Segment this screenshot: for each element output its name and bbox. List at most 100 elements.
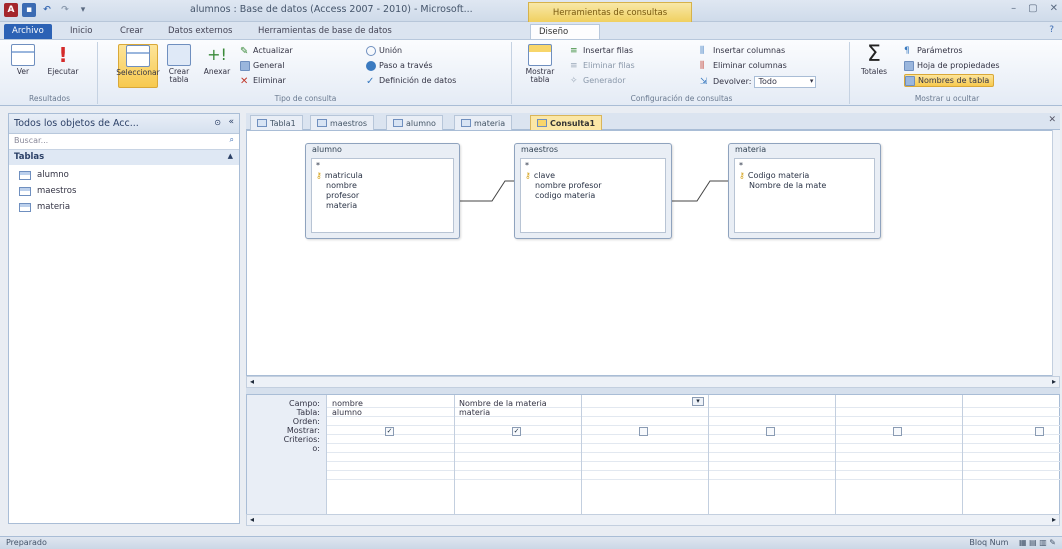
insertar-columnas-button[interactable]: ⫼ Insertar columnas [700, 44, 785, 57]
grid-column-2[interactable]: Nombre de la materia materia ✓ [455, 395, 582, 515]
eliminar-filas-button[interactable]: ≡ Eliminar filas [570, 59, 635, 72]
general-button[interactable]: General [240, 59, 285, 72]
horizontal-scrollbar-bottom[interactable]: ◂ ▸ [246, 514, 1060, 526]
save-icon[interactable]: ▪ [22, 3, 36, 17]
field-item[interactable]: ⚷ clave [525, 171, 661, 181]
nav-item-maestros[interactable]: maestros [19, 184, 76, 198]
doc-tab-consulta1[interactable]: Consulta1 [530, 115, 603, 130]
scroll-right-icon[interactable]: ▸ [1052, 377, 1056, 386]
field-item[interactable]: codigo materia [525, 191, 661, 201]
field-list-maestros[interactable]: maestros * ⚷ clave nombre profesor codigo… [514, 143, 672, 239]
collapse-section-icon[interactable]: ▲ [228, 152, 233, 160]
grid-column-6[interactable] [963, 395, 1059, 515]
paso-a-traves-button[interactable]: Paso a través [366, 59, 433, 72]
field-list-alumno[interactable]: alumno * ⚷ matricula nombre profesor mate… [305, 143, 460, 239]
grid-campo-cell[interactable]: Nombre de la materia [459, 399, 547, 408]
field-list-materia[interactable]: materia * ⚷ Codigo materia Nombre de la m… [728, 143, 881, 239]
tab-archivo[interactable]: Archivo [4, 24, 52, 39]
status-right: Bloq Num ▦ ▤ ▥ ✎ [969, 538, 1056, 547]
scroll-left-icon[interactable]: ◂ [250, 377, 254, 386]
field-item[interactable]: * [739, 161, 870, 171]
doc-tab-materia[interactable]: materia [454, 115, 513, 130]
scroll-right-icon[interactable]: ▸ [1052, 515, 1056, 524]
mostrar-checkbox[interactable] [893, 427, 902, 436]
vertical-scrollbar[interactable] [1052, 130, 1060, 376]
generador-button[interactable]: ✧ Generador [570, 74, 626, 87]
view-switch-icons[interactable]: ▦ ▤ ▥ ✎ [1019, 538, 1056, 547]
mostrar-checkbox[interactable] [1035, 427, 1044, 436]
eliminar-columnas-button[interactable]: ⫼ Eliminar columnas [700, 59, 787, 72]
anexar-button[interactable]: +! Anexar [200, 44, 234, 88]
field-item[interactable]: ⚷ Codigo materia [739, 171, 870, 181]
table-icon [257, 119, 267, 127]
help-icon[interactable]: ? [1049, 25, 1054, 35]
chevron-down-icon[interactable]: ⊙ [214, 118, 221, 127]
tab-crear[interactable]: Crear [112, 24, 151, 39]
access-logo-icon[interactable]: A [4, 3, 18, 17]
mostrar-checkbox[interactable] [639, 427, 648, 436]
field-item[interactable]: materia [316, 201, 449, 211]
eliminar-button[interactable]: ✕ Eliminar [240, 74, 286, 87]
nav-item-alumno[interactable]: alumno [19, 168, 69, 182]
search-icon[interactable]: ⌕ [230, 135, 234, 145]
horizontal-scrollbar-top[interactable]: ◂ ▸ [246, 376, 1060, 388]
union-button[interactable]: Unión [366, 44, 402, 57]
tab-inicio[interactable]: Inicio [62, 24, 101, 39]
maximize-icon[interactable]: ▢ [1028, 3, 1037, 14]
undo-icon[interactable]: ↶ [40, 3, 54, 17]
actualizar-button[interactable]: ✎ Actualizar [240, 44, 293, 57]
nav-item-materia[interactable]: materia [19, 200, 70, 214]
field-item[interactable]: nombre [316, 181, 449, 191]
grid-campo-cell[interactable]: nombre [332, 399, 363, 408]
num-lock-indicator: Bloq Num [969, 538, 1009, 547]
nav-search-input[interactable]: Buscar... ⌕ [9, 134, 239, 150]
group-label: Configuración de consultas [630, 94, 733, 103]
redo-icon[interactable]: ↷ [58, 3, 72, 17]
close-icon[interactable]: ✕ [1048, 115, 1056, 125]
devolver-select[interactable]: Todo ▾ [754, 75, 817, 88]
grid-column-1[interactable]: nombre alumno ✓ [328, 395, 455, 515]
mostrar-tabla-button[interactable]: Mostrar tabla [520, 44, 560, 88]
field-item[interactable]: * [525, 161, 661, 171]
row-label-mostrar: Mostrar: [286, 426, 320, 435]
crear-tabla-button[interactable]: Crear tabla [162, 44, 196, 88]
totales-button[interactable]: Σ Totales [858, 44, 890, 88]
mostrar-checkbox[interactable] [766, 427, 775, 436]
chevron-down-icon[interactable]: ▾ [692, 397, 704, 406]
customize-qat-icon[interactable]: ▾ [76, 3, 90, 17]
collapse-pane-icon[interactable]: « [228, 117, 234, 127]
grid-column-3[interactable]: ▾ [582, 395, 709, 515]
grid-tabla-cell[interactable]: alumno [332, 408, 362, 417]
field-item[interactable]: nombre profesor [525, 181, 661, 191]
field-item[interactable]: ⚷ matricula [316, 171, 449, 181]
definicion-datos-button[interactable]: ✓ Definición de datos [366, 74, 456, 87]
doc-tab-maestros[interactable]: maestros [310, 115, 375, 130]
insert-rows-icon: ≡ [570, 45, 578, 56]
grid-tabla-cell[interactable]: materia [459, 408, 490, 417]
mostrar-checkbox[interactable]: ✓ [385, 427, 394, 436]
nav-section-tablas[interactable]: Tablas ▲ [9, 150, 239, 165]
grid-column-5[interactable] [836, 395, 963, 515]
table-icon [19, 186, 31, 196]
grid-column-4[interactable] [709, 395, 836, 515]
tab-herramientas[interactable]: Herramientas de base de datos [250, 24, 400, 39]
ejecutar-button[interactable]: ! Ejecutar [46, 44, 80, 88]
seleccionar-button[interactable]: Seleccionar [116, 44, 160, 88]
ver-button[interactable]: Ver [6, 44, 40, 88]
nav-header[interactable]: Todos los objetos de Acc... ⊙ « [9, 114, 239, 134]
minimize-icon[interactable]: – [1011, 3, 1016, 14]
hoja-propiedades-button[interactable]: Hoja de propiedades [904, 59, 1000, 72]
scroll-left-icon[interactable]: ◂ [250, 515, 254, 524]
field-item[interactable]: Nombre de la mate [739, 181, 870, 191]
doc-tab-alumno[interactable]: alumno [386, 115, 443, 130]
nombres-tabla-button[interactable]: Nombres de tabla [904, 74, 995, 87]
close-icon[interactable]: ✕ [1050, 3, 1058, 14]
doc-tab-tabla1[interactable]: Tabla1 [250, 115, 303, 130]
mostrar-checkbox[interactable]: ✓ [512, 427, 521, 436]
tab-datos-externos[interactable]: Datos externos [160, 24, 240, 39]
tab-diseno[interactable]: Diseño [530, 24, 600, 39]
field-item[interactable]: * [316, 161, 449, 171]
parametros-button[interactable]: ¶ Parámetros [904, 44, 963, 57]
field-item[interactable]: profesor [316, 191, 449, 201]
insertar-filas-button[interactable]: ≡ Insertar filas [570, 44, 633, 57]
